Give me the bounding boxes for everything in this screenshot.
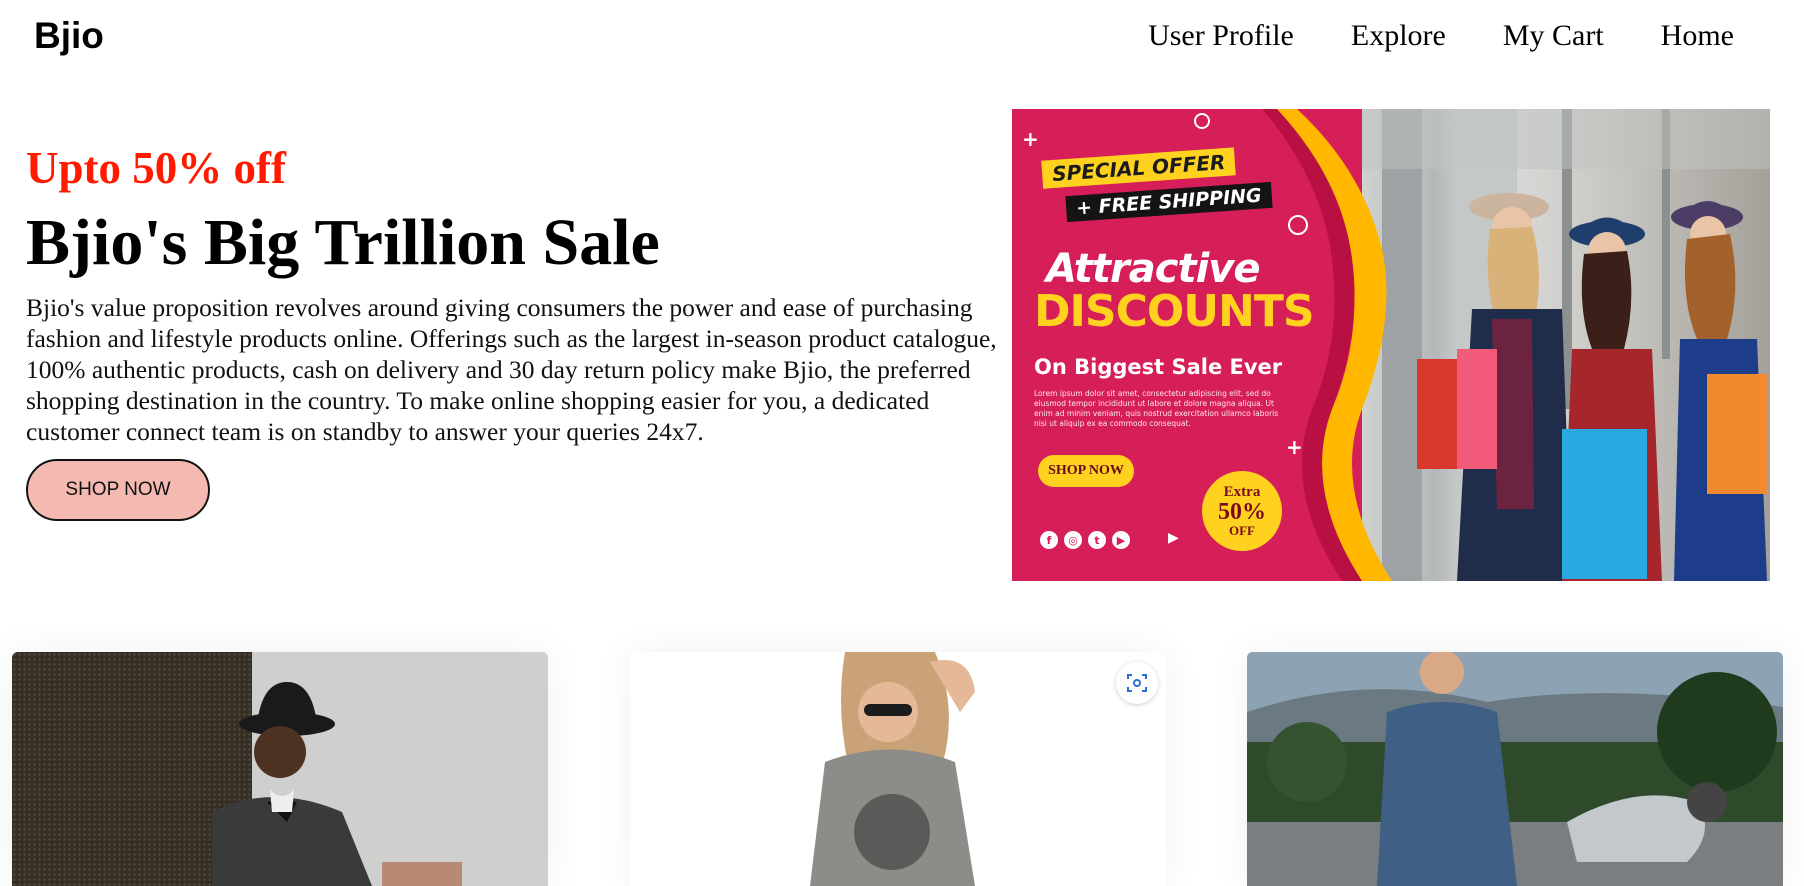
- banner-body-text: Lorem ipsum dolor sit amet, consectetur …: [1034, 389, 1279, 428]
- decor-plus-icon: +: [1286, 435, 1303, 459]
- shop-now-button[interactable]: SHOP NOW: [26, 459, 210, 521]
- extra-off-label: OFF: [1229, 523, 1255, 538]
- banner-shop-now-button: SHOP NOW: [1038, 455, 1134, 487]
- instagram-icon: ◎: [1064, 531, 1082, 549]
- nav-link-home[interactable]: Home: [1661, 16, 1734, 56]
- product-image: [12, 652, 548, 886]
- nav-link-user-profile[interactable]: User Profile: [1148, 16, 1294, 56]
- hero-description: Bjio's value proposition revolves around…: [26, 293, 997, 446]
- facebook-icon: f: [1040, 531, 1058, 549]
- product-card[interactable]: [630, 652, 1166, 886]
- extra-off-badge: Extra 50% OFF: [1202, 471, 1282, 551]
- nav-link-my-cart[interactable]: My Cart: [1503, 16, 1604, 56]
- product-cards: [0, 652, 1804, 886]
- decor-ring-icon: [1194, 113, 1210, 129]
- banner-social-icons: f ◎ t ▶: [1040, 531, 1130, 549]
- banner-discounts-text: DISCOUNTS: [1034, 286, 1315, 337]
- nav-link-explore[interactable]: Explore: [1351, 16, 1446, 56]
- banner-attractive-text: Attractive: [1046, 246, 1260, 292]
- twitter-icon: t: [1088, 531, 1106, 549]
- play-icon: ▶: [1168, 531, 1179, 546]
- decor-plus-icon: +: [1022, 127, 1039, 151]
- site-logo[interactable]: Bjio: [34, 14, 104, 58]
- decor-ring-icon: [1288, 215, 1308, 235]
- hero-title: Bjio's Big Trillion Sale: [26, 206, 660, 279]
- extra-percent: 50%: [1218, 499, 1266, 525]
- product-card[interactable]: [1247, 652, 1783, 886]
- youtube-icon: ▶: [1112, 531, 1130, 549]
- hero-kicker: Upto 50% off: [26, 143, 286, 193]
- promo-banner[interactable]: + + SPECIAL OFFER + FREE SHIPPING Attrac…: [1012, 109, 1770, 581]
- product-image: [630, 652, 1166, 886]
- hero-section: Upto 50% off Bjio's Big Trillion Sale Bj…: [26, 140, 997, 521]
- visual-search-icon: [1127, 674, 1147, 692]
- nav-links: User Profile Explore My Cart Home: [1148, 16, 1734, 56]
- navbar: Bjio User Profile Explore My Cart Home: [0, 0, 1804, 74]
- extra-label: Extra: [1223, 484, 1261, 500]
- visual-search-button[interactable]: [1116, 662, 1158, 704]
- banner-biggest-sale-text: On Biggest Sale Ever: [1034, 355, 1283, 379]
- product-card[interactable]: [12, 652, 548, 886]
- product-image: [1247, 652, 1783, 886]
